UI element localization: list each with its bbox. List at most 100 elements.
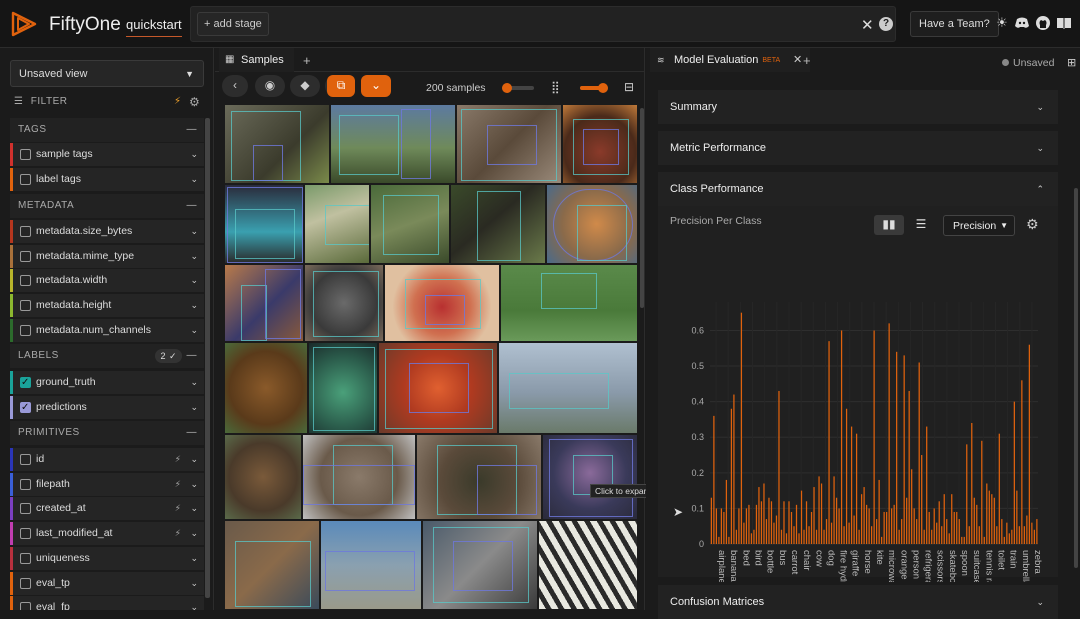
tile-size-slider[interactable] <box>502 83 534 93</box>
settings-icon[interactable]: ⚙ <box>1026 216 1039 233</box>
class-performance-header[interactable]: Class Performance ⌃ <box>658 172 1058 206</box>
add-panel-icon[interactable]: + <box>303 53 311 68</box>
sidebar-field-row[interactable]: uniqueness ⌄ <box>10 546 204 570</box>
add-stage-button[interactable]: + add stage <box>197 12 269 36</box>
field-checkbox[interactable] <box>20 503 31 515</box>
sidebar-field-row[interactable]: metadata.width ⌄ <box>10 269 204 293</box>
sidebar-field-row[interactable]: sample tags ⌄ <box>10 143 204 166</box>
close-icon[interactable]: ✕ <box>861 16 874 34</box>
sample-tile[interactable] <box>498 342 638 434</box>
patches-icon[interactable]: ⧉ <box>327 75 355 97</box>
sidebar-field-row[interactable]: last_modified_at ⌄ ⚡ <box>10 522 204 546</box>
sidebar-field-row[interactable]: eval_tp ⌄ <box>10 571 204 595</box>
field-checkbox[interactable] <box>20 478 31 490</box>
tab-model-evaluation[interactable]: ≋ Model Evaluation BETA ✕ <box>650 48 811 72</box>
grid-scrollbar[interactable] <box>640 108 644 308</box>
sample-tile[interactable] <box>224 104 330 184</box>
expand-view-icon[interactable]: ⊟ <box>624 80 634 94</box>
summary-section[interactable]: Summary ⌄ <box>658 90 1058 124</box>
settings-icon[interactable]: ⚙ <box>189 95 200 109</box>
dataset-selector[interactable]: quickstart <box>126 17 182 37</box>
slider-knob[interactable] <box>598 83 608 93</box>
have-a-team-button[interactable]: Have a Team? <box>910 11 999 37</box>
sample-tile[interactable] <box>330 104 456 184</box>
field-checkbox[interactable] <box>20 552 31 564</box>
sort-dropdown-icon[interactable]: ⌄ <box>361 75 391 97</box>
sample-tile[interactable] <box>224 342 308 434</box>
sample-tile[interactable] <box>224 184 304 264</box>
panel-scrollbar[interactable] <box>1074 188 1078 568</box>
metric-performance-section[interactable]: Metric Performance ⌄ <box>658 131 1058 165</box>
expand-chevron-icon[interactable]: ⌄ <box>190 220 198 243</box>
close-tab-icon[interactable]: ✕ <box>793 48 802 72</box>
sidebar-field-row[interactable]: filepath ⌄ ⚡ <box>10 472 204 496</box>
sample-tile[interactable] <box>384 264 500 342</box>
sample-tile[interactable] <box>500 264 638 342</box>
field-checkbox[interactable] <box>20 324 31 336</box>
field-checkbox[interactable] <box>20 396 31 419</box>
field-checkbox[interactable] <box>20 371 31 394</box>
sample-tile[interactable] <box>308 342 378 434</box>
sample-tile[interactable] <box>562 104 638 184</box>
sidebar-field-row[interactable]: eval_fp ⌄ <box>10 596 204 610</box>
expand-chevron-icon[interactable]: ⌄ <box>190 547 198 570</box>
sample-tile[interactable] <box>456 104 562 184</box>
field-checkbox[interactable] <box>20 577 31 589</box>
github-icon[interactable] <box>1035 15 1051 31</box>
field-checkbox[interactable] <box>20 275 31 287</box>
section-tags[interactable]: TAGS — <box>10 118 204 142</box>
table-view-icon[interactable]: ☰ <box>906 215 936 235</box>
window-layout-icon[interactable]: ⊞ <box>1067 56 1076 69</box>
sidebar-field-row[interactable]: metadata.mime_type ⌄ <box>10 244 204 268</box>
metric-select[interactable]: Precision ▼ <box>943 215 1015 236</box>
sample-tile[interactable] <box>542 434 638 520</box>
section-primitives[interactable]: PRIMITIVES — <box>10 421 204 445</box>
sidebar-field-row[interactable]: metadata.height ⌄ <box>10 294 204 318</box>
sample-tile[interactable] <box>224 434 302 520</box>
view-bar[interactable]: + add stage ✕ ? <box>190 6 896 42</box>
expand-chevron-icon[interactable]: ⌄ <box>190 269 198 292</box>
field-checkbox[interactable] <box>20 250 31 262</box>
sample-tile[interactable] <box>304 184 370 264</box>
field-checkbox[interactable] <box>20 300 31 312</box>
expand-chevron-icon[interactable]: ⌄ <box>190 245 198 268</box>
sample-tile[interactable] <box>422 520 538 610</box>
expand-chevron-icon[interactable]: ⌄ <box>190 448 198 471</box>
sun-icon[interactable]: ☀ <box>994 15 1010 31</box>
sample-tile[interactable] <box>302 434 416 520</box>
expand-chevron-icon[interactable]: ⌄ <box>190 572 198 595</box>
back-button[interactable]: ‹ <box>222 75 248 97</box>
section-labels[interactable]: LABELS 2 ✓ — <box>10 344 204 368</box>
expand-chevron-icon[interactable]: ⌄ <box>190 319 198 342</box>
sample-tile[interactable] <box>224 520 320 610</box>
expand-chevron-icon[interactable]: ⌄ <box>190 396 198 419</box>
collapse-icon[interactable]: — <box>187 118 198 142</box>
sample-tile[interactable] <box>370 184 450 264</box>
bolt-icon[interactable]: ⚡ <box>174 96 182 107</box>
expand-chevron-icon[interactable]: ⌄ <box>190 294 198 317</box>
field-checkbox[interactable] <box>20 173 31 185</box>
discord-icon[interactable] <box>1014 15 1030 31</box>
sidebar-field-row[interactable]: created_at ⌄ ⚡ <box>10 497 204 521</box>
tag-icon[interactable]: ◆ <box>290 75 320 97</box>
saved-view-select[interactable]: Unsaved view ▼ <box>10 60 204 87</box>
sidebar-field-row[interactable]: metadata.size_bytes ⌄ <box>10 220 204 243</box>
field-checkbox[interactable] <box>20 149 31 160</box>
sample-tile[interactable] <box>546 184 638 264</box>
sample-tile[interactable] <box>538 520 638 610</box>
expand-chevron-icon[interactable]: ⌄ <box>190 497 198 520</box>
sidebar-field-row[interactable]: ground_truth ⌄ <box>10 371 204 394</box>
expand-chevron-icon[interactable]: ⌄ <box>190 168 198 191</box>
expand-chevron-icon[interactable]: ⌄ <box>190 596 198 610</box>
labels-count-badge[interactable]: 2 ✓ <box>155 349 182 363</box>
section-metadata[interactable]: METADATA — <box>10 194 204 218</box>
field-checkbox[interactable] <box>20 528 31 540</box>
sidebar-field-row[interactable]: label tags ⌄ <box>10 167 204 191</box>
fiftyone-logo-icon[interactable] <box>10 10 38 38</box>
expand-chevron-icon[interactable]: ⌄ <box>190 522 198 545</box>
grid-layout-icon[interactable]: ⣿ <box>551 80 560 94</box>
zoom-slider[interactable] <box>580 83 608 93</box>
sample-tile[interactable] <box>450 184 546 264</box>
sample-tile[interactable] <box>416 434 542 520</box>
tab-samples[interactable]: ▦ Samples <box>219 48 294 72</box>
